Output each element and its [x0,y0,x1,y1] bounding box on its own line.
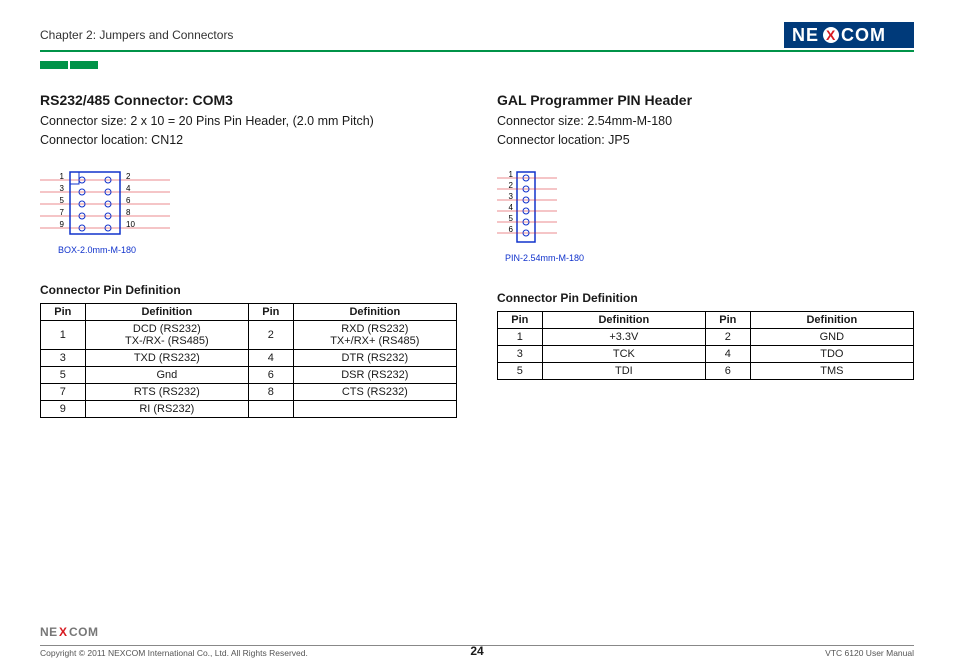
svg-text:COM: COM [69,625,99,639]
svg-text:X: X [59,625,67,639]
chapter-title: Chapter 2: Jumpers and Connectors [40,28,233,42]
connector-location-gal: Connector location: JP5 [497,131,914,150]
header-rule [40,50,914,52]
pin-cell: 5 [41,366,86,383]
pin-cell: 7 [41,383,86,400]
def-cell: TXD (RS232) [85,349,248,366]
right-column: GAL Programmer PIN Header Connector size… [497,92,914,418]
def-cell: +3.3V [542,328,705,345]
page-number: 24 [40,644,914,658]
pin-label: 4 [126,184,131,193]
connector-size-com3: Connector size: 2 x 10 = 20 Pins Pin Hea… [40,112,457,131]
pin-cell: 6 [705,362,750,379]
pin-table-gal: PinDefinitionPinDefinition 1+3.3V2GND3TC… [497,311,914,380]
pin-label: 6 [126,196,131,205]
pin-cell: 6 [248,366,293,383]
pin-cell: 2 [248,320,293,349]
pin-label: 7 [60,208,65,217]
pin-cell: 3 [41,349,86,366]
pin-label: 1 [509,170,514,179]
pin-cell: 1 [41,320,86,349]
footer-logo: NE X COM [40,625,914,644]
table-row: 9RI (RS232) [41,400,457,417]
pin-label: 5 [60,196,65,205]
def-cell: DCD (RS232)TX-/RX- (RS485) [85,320,248,349]
table-row: 3TXD (RS232)4DTR (RS232) [41,349,457,366]
table-header: Definition [293,303,456,320]
svg-text:COM: COM [841,25,886,45]
pin-label: 9 [60,220,65,229]
def-cell: GND [750,328,913,345]
table-caption-gal: Connector Pin Definition [497,291,914,305]
section-title-gal: GAL Programmer PIN Header [497,92,914,108]
table-header: Definition [750,311,913,328]
diagram-com3: 1 2 3 4 5 6 7 8 9 10 BOX-2.0mm-M-180 [40,168,457,255]
svg-text:NE: NE [792,25,819,45]
pin-label: 5 [509,214,514,223]
pin-cell: 4 [705,345,750,362]
table-header: Definition [85,303,248,320]
def-cell: RI (RS232) [85,400,248,417]
pin-label: 1 [60,172,65,181]
pin-table-com3: PinDefinitionPinDefinition 1DCD (RS232)T… [40,303,457,418]
connector-size-gal: Connector size: 2.54mm-M-180 [497,112,914,131]
def-cell: CTS (RS232) [293,383,456,400]
pin-cell: 3 [498,345,543,362]
svg-text:X: X [826,27,836,43]
header-tabs [40,56,914,74]
table-header: Definition [542,311,705,328]
pin-label: 2 [126,172,131,181]
pin-cell: 4 [248,349,293,366]
table-header: Pin [498,311,543,328]
table-row: 1+3.3V2GND [498,328,914,345]
pin-label: 2 [509,181,514,190]
def-cell: Gnd [85,366,248,383]
pin-cell [248,400,293,417]
table-header: Pin [41,303,86,320]
pin-cell: 2 [705,328,750,345]
pin-label: 3 [60,184,65,193]
table-row: 3TCK4TDO [498,345,914,362]
nexcom-logo: NE X COM [784,22,914,48]
pin-label: 10 [126,220,135,229]
diagram-gal: 1 2 3 4 5 6 PIN-2.54mm-M-180 [497,168,914,263]
def-cell: RXD (RS232)TX+/RX+ (RS485) [293,320,456,349]
pin-label: 8 [126,208,131,217]
def-cell: TDO [750,345,913,362]
diagram-label-gal: PIN-2.54mm-M-180 [505,253,914,263]
diagram-label-com3: BOX-2.0mm-M-180 [58,245,457,255]
pin-cell: 9 [41,400,86,417]
table-header: Pin [705,311,750,328]
def-cell: RTS (RS232) [85,383,248,400]
pin-label: 3 [509,192,514,201]
def-cell: TCK [542,345,705,362]
table-row: 1DCD (RS232)TX-/RX- (RS485)2RXD (RS232)T… [41,320,457,349]
pin-cell: 1 [498,328,543,345]
pin-cell: 5 [498,362,543,379]
def-cell [293,400,456,417]
table-header: Pin [248,303,293,320]
svg-text:NE: NE [40,625,58,639]
def-cell: DTR (RS232) [293,349,456,366]
table-row: 5Gnd6DSR (RS232) [41,366,457,383]
def-cell: DSR (RS232) [293,366,456,383]
table-row: 5TDI6TMS [498,362,914,379]
pin-label: 4 [509,203,514,212]
table-caption-com3: Connector Pin Definition [40,283,457,297]
pin-cell: 8 [248,383,293,400]
def-cell: TDI [542,362,705,379]
section-title-com3: RS232/485 Connector: COM3 [40,92,457,108]
connector-location-com3: Connector location: CN12 [40,131,457,150]
left-column: RS232/485 Connector: COM3 Connector size… [40,92,457,418]
def-cell: TMS [750,362,913,379]
table-row: 7RTS (RS232)8CTS (RS232) [41,383,457,400]
pin-label: 6 [509,225,514,234]
